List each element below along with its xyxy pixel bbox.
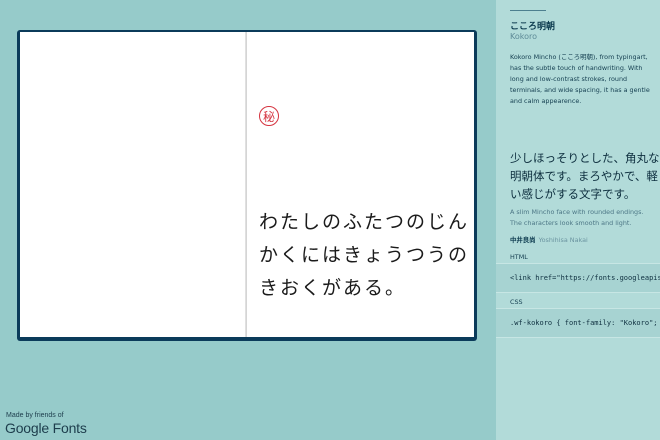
font-name: こころ明朝 [510,22,556,32]
english-sample-text: A slim Mincho face with rounded endings.… [510,208,644,227]
html-label: HTML [510,253,528,261]
japanese-sample-text: 少しほっそりとした、角丸な明朝体です。まろやかで、軽い感じがする文字です。 [510,151,660,201]
designer-name-latin: Yoshihisa Nakai [538,236,588,244]
poem-line: かくにはきょうつうの [259,244,470,266]
poem-line: わたしのふたつのじん [259,211,470,233]
left-page [20,32,247,337]
html-code-snippet[interactable]: <link href="https://fonts.googleapis.com… [510,274,660,282]
title-rule [510,10,546,11]
css-code-box[interactable]: .wf-kokoro { font-family: "Kokoro"; } [496,308,660,338]
font-description: Kokoro Mincho (こころ明朝), from typingart, h… [510,53,650,105]
designer-credit: 中井良尚 Yoshihisa Nakai [510,235,588,244]
font-name-latin: Kokoro [510,32,537,41]
font-info-sidebar: こころ明朝 Kokoro Kokoro Mincho (こころ明朝), from… [496,0,660,440]
sample-poem: わたしのふたつのじん かくにはきょうつうの きおくがある。 [259,206,474,305]
seal-stamp-icon: 秘 [259,106,279,126]
google-fonts-logo[interactable]: Google Fonts [5,420,87,436]
css-code-snippet[interactable]: .wf-kokoro { font-family: "Kokoro"; } [510,319,660,327]
html-code-box[interactable]: <link href="https://fonts.googleapis.com… [496,263,660,293]
made-by-text: Made by friends of [6,412,64,419]
designer-name-jp: 中井良尚 [510,236,536,244]
css-label: CSS [510,298,523,306]
book-preview: 秘 わたしのふたつのじん かくにはきょうつうの きおくがある。 [17,30,477,341]
poem-line: きおくがある。 [259,277,407,299]
right-page: 秘 わたしのふたつのじん かくにはきょうつうの きおくがある。 [247,32,474,337]
